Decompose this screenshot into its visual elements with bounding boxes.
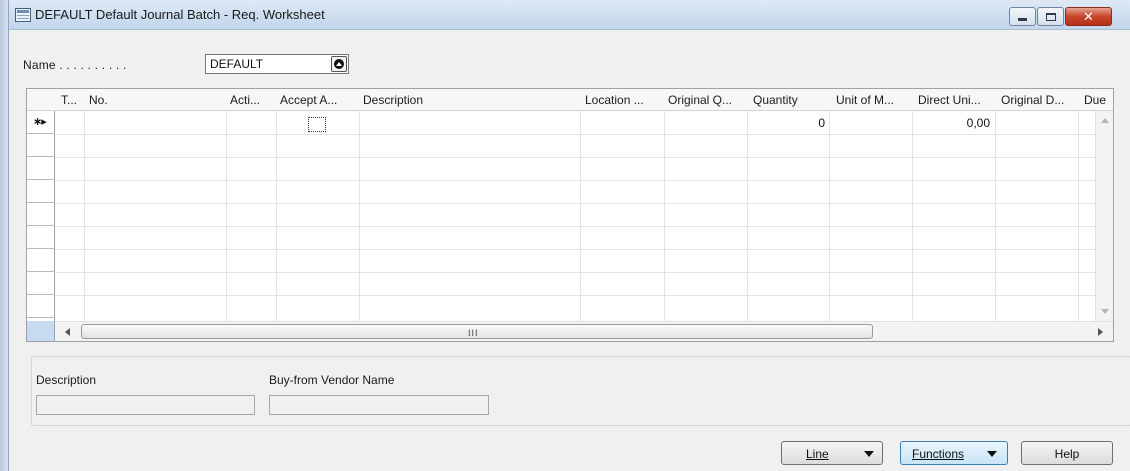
row-divider	[55, 272, 1095, 273]
row-selector-corner	[27, 321, 55, 341]
vertical-scrollbar[interactable]	[1095, 111, 1113, 321]
column-divider	[995, 111, 996, 321]
req-worksheet-window: DEFAULT Default Journal Batch - Req. Wor…	[8, 0, 1130, 471]
scroll-grip-icon: III	[468, 328, 479, 338]
worksheet-lines-grid: T... No. Acti... Accept A... Description…	[26, 88, 1114, 342]
scroll-down-icon[interactable]	[1101, 309, 1109, 314]
column-header-no[interactable]: No.	[89, 93, 229, 107]
column-divider	[829, 111, 830, 321]
column-header-description[interactable]: Description	[363, 93, 581, 107]
line-button-label: Line	[806, 447, 829, 461]
row-divider	[55, 249, 1095, 250]
row-divider	[55, 134, 1095, 135]
column-header-type[interactable]: T...	[61, 93, 85, 107]
column-divider	[580, 111, 581, 321]
maximize-button[interactable]	[1037, 7, 1064, 26]
column-header-direct-unit-cost[interactable]: Direct Uni...	[918, 93, 998, 107]
row-selector[interactable]	[27, 180, 55, 203]
scroll-right-icon[interactable]	[1098, 328, 1103, 336]
description-label: Description	[36, 373, 97, 387]
grid-header: T... No. Acti... Accept A... Description…	[27, 89, 1113, 111]
column-divider	[1078, 111, 1079, 321]
column-divider	[912, 111, 913, 321]
minimize-button[interactable]	[1009, 7, 1036, 26]
column-header-due-date[interactable]: Due	[1084, 93, 1113, 107]
column-divider	[226, 111, 227, 321]
row-selector[interactable]: ∗▸	[27, 111, 55, 134]
background-window-edge	[0, 0, 8, 471]
help-button[interactable]: Help	[1021, 441, 1113, 465]
row-selector[interactable]	[27, 295, 55, 318]
column-divider	[359, 111, 360, 321]
batch-name-input[interactable]: DEFAULT	[205, 54, 349, 74]
scroll-up-icon[interactable]	[1101, 118, 1109, 123]
new-row-marker-icon: ∗▸	[33, 116, 47, 128]
column-divider	[747, 111, 748, 321]
scroll-left-icon[interactable]	[65, 328, 70, 336]
column-header-action[interactable]: Acti...	[230, 93, 276, 107]
row-selector[interactable]	[27, 226, 55, 249]
row-selector[interactable]	[27, 272, 55, 295]
row-selector[interactable]	[27, 134, 55, 157]
help-button-label: Help	[1054, 447, 1080, 461]
line-menu-button[interactable]: Line	[781, 441, 883, 465]
functions-button-label: Functions	[912, 447, 965, 461]
row-divider	[55, 226, 1095, 227]
column-header-original-due-date[interactable]: Original D...	[1001, 93, 1083, 107]
quantity-cell[interactable]: 0	[753, 116, 825, 130]
row-divider	[55, 157, 1095, 158]
vendor-name-field	[269, 395, 489, 415]
vendor-name-label: Buy-from Vendor Name	[269, 373, 395, 387]
description-field	[36, 395, 255, 415]
row-selector[interactable]	[27, 203, 55, 226]
row-divider	[55, 295, 1095, 296]
column-header-unit-of-measure[interactable]: Unit of M...	[836, 93, 916, 107]
column-header-location[interactable]: Location ...	[585, 93, 665, 107]
row-selector[interactable]	[27, 249, 55, 272]
row-divider	[55, 203, 1095, 204]
functions-menu-button[interactable]: Functions	[900, 441, 1008, 465]
row-selector-column: ∗▸	[27, 111, 55, 321]
direct-unit-cost-cell[interactable]: 0,00	[918, 116, 990, 130]
chevron-down-icon	[987, 451, 997, 457]
name-label: Name . . . . . . . . . .	[23, 58, 127, 72]
column-divider	[664, 111, 665, 321]
column-header-accept-action[interactable]: Accept A...	[280, 93, 362, 107]
column-divider	[84, 111, 85, 321]
minimize-icon	[1018, 18, 1027, 21]
row-selector[interactable]	[27, 157, 55, 180]
maximize-icon	[1045, 12, 1056, 21]
close-icon: ✕	[1083, 8, 1094, 24]
column-header-quantity[interactable]: Quantity	[753, 93, 831, 107]
column-divider	[276, 111, 277, 321]
chevron-down-icon	[864, 451, 874, 457]
column-header-original-quantity[interactable]: Original Q...	[668, 93, 750, 107]
horizontal-scrollbar[interactable]: III	[55, 321, 1113, 341]
title-bar[interactable]: DEFAULT Default Journal Batch - Req. Wor…	[9, 0, 1130, 30]
row-divider	[55, 180, 1095, 181]
lookup-up-icon	[334, 59, 344, 69]
horizontal-scroll-thumb[interactable]: III	[81, 324, 873, 339]
window-title: DEFAULT Default Journal Batch - Req. Wor…	[35, 7, 325, 22]
line-details-panel: Description Buy-from Vendor Name	[31, 356, 1130, 426]
close-button[interactable]: ✕	[1065, 7, 1112, 26]
batch-lookup-button[interactable]	[331, 56, 347, 72]
accept-action-checkbox[interactable]	[308, 117, 326, 132]
worksheet-icon	[15, 8, 31, 22]
